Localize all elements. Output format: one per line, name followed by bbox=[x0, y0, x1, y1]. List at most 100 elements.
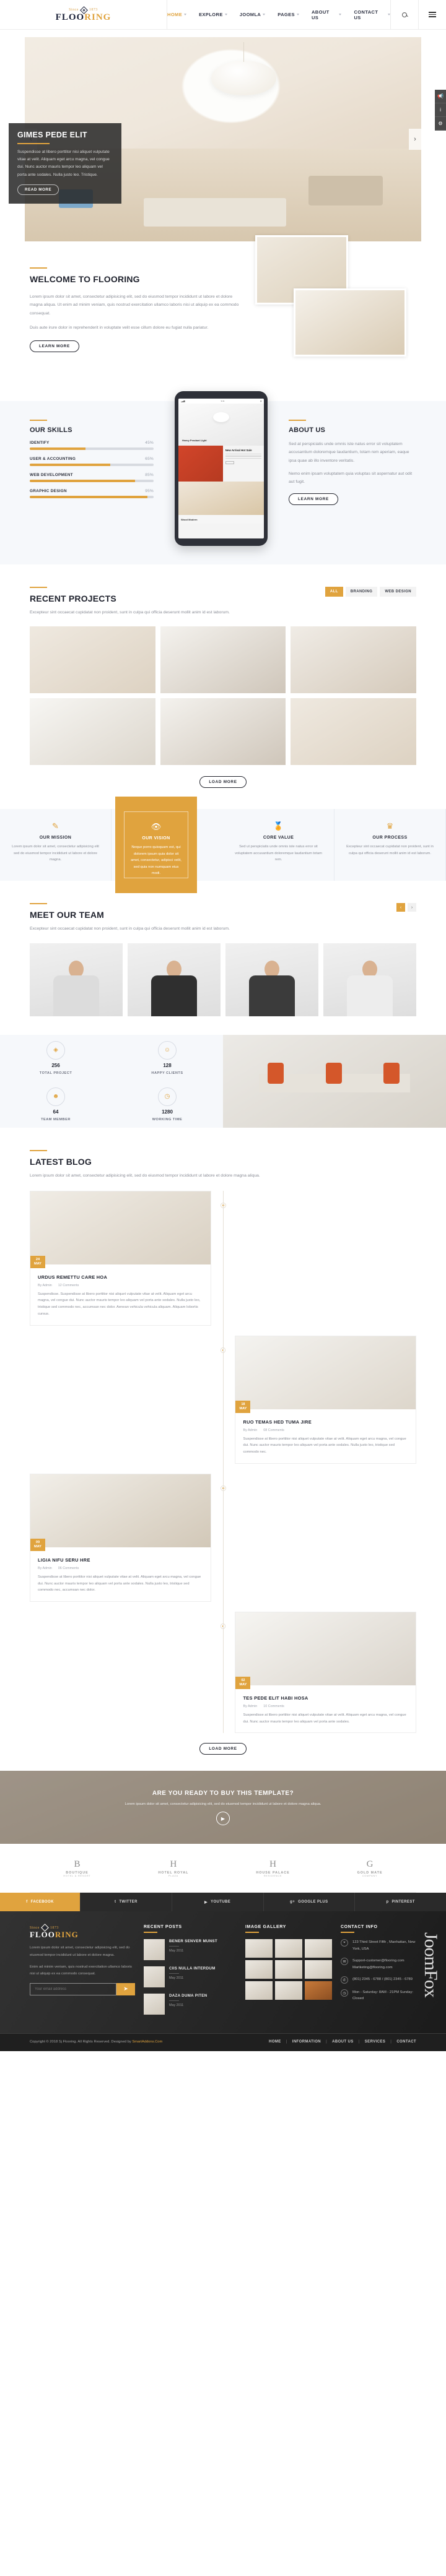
blog-post-title[interactable]: URDUS REMETTU CARE HOA bbox=[38, 1274, 203, 1280]
map-pin-icon: ⌖ bbox=[341, 1939, 348, 1947]
nav-item-contact-us[interactable]: CONTACT US bbox=[354, 9, 390, 20]
search-button[interactable] bbox=[390, 0, 418, 30]
about-learn-more-button[interactable]: LEARN MORE bbox=[289, 493, 338, 506]
brand-logo[interactable]: H HOUSE PALACE RESIDENCE bbox=[256, 1860, 289, 1878]
footer-link-information[interactable]: INFORMATION bbox=[292, 2040, 321, 2044]
nav-label: ABOUT US bbox=[311, 9, 330, 20]
phone-product-button[interactable] bbox=[225, 461, 234, 465]
social-pinterest[interactable]: p PINTEREST bbox=[355, 1893, 446, 1911]
side-tab-megaphone[interactable]: 📢 bbox=[435, 90, 446, 103]
gallery-item[interactable] bbox=[245, 1939, 273, 1958]
blog-card[interactable]: 02 MAY TES PEDE ELIT HABI HOSA By Admin … bbox=[235, 1611, 416, 1734]
logo-since-text: Since bbox=[69, 8, 79, 12]
brand-logo[interactable]: B BOUTIQUE HOTEL & RESORT bbox=[63, 1860, 90, 1878]
blog-image bbox=[235, 1336, 416, 1409]
team-member[interactable] bbox=[30, 943, 123, 1016]
social-google-plus[interactable]: g+ GOOGLE PLUS bbox=[264, 1893, 356, 1912]
blog-author: By Admin bbox=[243, 1704, 258, 1708]
skill-label: USER & ACCOUNTING bbox=[30, 457, 76, 461]
blog-post-title[interactable]: LIGIA NIFU SERU HRE bbox=[38, 1557, 203, 1563]
clock-icon: ◷ bbox=[158, 1087, 177, 1106]
team-prev-button[interactable]: ‹ bbox=[396, 903, 405, 912]
team-member[interactable] bbox=[128, 943, 221, 1016]
footer-post[interactable]: DAZA DUMA PITEN May 2011 bbox=[144, 1994, 237, 2015]
project-tile[interactable] bbox=[160, 698, 286, 766]
filter-branding[interactable]: BRANDING bbox=[345, 587, 378, 597]
menu-button[interactable] bbox=[418, 0, 446, 30]
contact-phone: ✆ (801) 2345 - 6788 / (801) 2345 - 6789 bbox=[341, 1976, 416, 1984]
brand-logo[interactable]: G GOLD MATE COMPANY bbox=[357, 1860, 383, 1878]
footer-link-home[interactable]: HOME bbox=[269, 2040, 281, 2044]
projects-load-more-button[interactable]: LOAD MORE bbox=[199, 776, 247, 789]
blog-excerpt: Suspendisse. Suspendisse at libero portt… bbox=[38, 1292, 201, 1316]
gallery-item[interactable] bbox=[305, 1960, 332, 1979]
gallery-item[interactable] bbox=[245, 1960, 273, 1979]
cta-play-button[interactable]: ▶ bbox=[216, 1812, 230, 1826]
gallery-item[interactable] bbox=[245, 1981, 273, 2000]
hero-read-more-button[interactable]: READ MORE bbox=[17, 184, 59, 195]
project-tile[interactable] bbox=[291, 698, 416, 766]
team-member[interactable] bbox=[225, 943, 318, 1016]
blog-date-day: 02 bbox=[241, 1678, 245, 1682]
footer-logo[interactable]: Since 1873 FLOORING bbox=[30, 1924, 135, 1938]
skill-fill bbox=[30, 447, 85, 450]
nav-item-pages[interactable]: PAGES bbox=[278, 12, 299, 17]
service-title: OUR PROCESS bbox=[372, 836, 408, 841]
nav-item-about-us[interactable]: ABOUT US bbox=[312, 9, 342, 20]
joomfox-watermark: JoomFox bbox=[421, 1932, 441, 1997]
filter-all[interactable]: ALL bbox=[325, 587, 343, 597]
footer-link-contact[interactable]: CONTACT bbox=[396, 2040, 416, 2044]
blog-card[interactable]: 09 MAY LIGIA NIFU SERU HRE By Admin 06 C… bbox=[30, 1473, 211, 1602]
social-twitter[interactable]: t TWITTER bbox=[81, 1893, 172, 1912]
welcome-learn-more-button[interactable]: LEARN MORE bbox=[30, 340, 79, 352]
twitter-icon: t bbox=[114, 1900, 116, 1904]
brand-logo[interactable]: H HOTEL ROYAL PLAZA bbox=[158, 1860, 188, 1878]
service-text: Neque porro quisquam est, qui dolorem ip… bbox=[131, 845, 181, 875]
filter-web-design[interactable]: WEB DESIGN bbox=[380, 587, 416, 597]
social-youtube[interactable]: ▶ YOUTUBE bbox=[172, 1893, 264, 1912]
team-member[interactable] bbox=[323, 943, 416, 1016]
newsletter-email-input[interactable] bbox=[30, 1982, 116, 1995]
blog-comments: 10 Comments bbox=[263, 1704, 284, 1708]
blog-excerpt: Suspendisse at libero porttitor nisi ali… bbox=[243, 1437, 406, 1454]
blog-card[interactable]: 18 MAY RUO TEMAS HED TUMA JIRE By Admin … bbox=[235, 1335, 416, 1464]
gallery-item[interactable] bbox=[275, 1981, 302, 2000]
nav-item-joomla[interactable]: JOOMLA bbox=[240, 12, 266, 17]
gallery-item[interactable] bbox=[275, 1939, 302, 1958]
gallery-item[interactable] bbox=[305, 1981, 332, 2000]
phone-footer-label: Wood Modern bbox=[178, 515, 264, 524]
footer-post[interactable]: CIIS NULLA INTERDUM May 2011 bbox=[144, 1966, 237, 1988]
blog-load-more-button[interactable]: LOAD MORE bbox=[199, 1743, 247, 1755]
logo[interactable]: Since 1873 FLOORING bbox=[0, 0, 167, 30]
chevron-left-icon: ‹ bbox=[400, 905, 402, 910]
project-tile[interactable] bbox=[30, 698, 155, 766]
project-tile[interactable] bbox=[30, 626, 155, 694]
footer-link-services[interactable]: SERVICES bbox=[365, 2040, 385, 2044]
project-tile[interactable] bbox=[160, 626, 286, 694]
blog-post-title[interactable]: TES PEDE ELIT HABI HOSA bbox=[243, 1695, 408, 1701]
nav-item-explore[interactable]: EXPLORE bbox=[199, 12, 227, 17]
footer-post[interactable]: BENER SENVER MUNST May 2011 bbox=[144, 1939, 237, 1961]
nav-item-home[interactable]: HOME bbox=[167, 12, 187, 17]
hero-next-button[interactable]: › bbox=[409, 129, 421, 150]
team-next-button[interactable]: › bbox=[408, 903, 416, 912]
brand-sub: RESIDENCE bbox=[263, 1875, 282, 1878]
blog-date-day: 24 bbox=[35, 1257, 40, 1261]
footer-link-about-us[interactable]: ABOUT US bbox=[332, 2040, 354, 2044]
social-label: FACEBOOK bbox=[30, 1900, 54, 1904]
gallery-item[interactable] bbox=[305, 1939, 332, 1958]
side-tab-info[interactable]: i bbox=[435, 103, 446, 117]
contact-text[interactable]: Support-customer@flooring.com Martketing… bbox=[352, 1958, 416, 1971]
social-facebook[interactable]: f FACEBOOK bbox=[0, 1893, 81, 1912]
phone-time: 9:41 bbox=[221, 400, 225, 402]
project-tile[interactable] bbox=[291, 626, 416, 694]
newsletter-send-button[interactable]: ➤ bbox=[116, 1982, 135, 1995]
about-paragraph-1: Sed at perspiciatis unde omnis iste natu… bbox=[289, 442, 409, 463]
gallery-item[interactable] bbox=[275, 1960, 302, 1979]
skill-fill bbox=[30, 496, 147, 498]
side-tab-settings[interactable]: ⚙ bbox=[435, 117, 446, 131]
counter-value: 64 bbox=[53, 1109, 59, 1115]
copyright-link[interactable]: SmartAddons.Com bbox=[132, 2040, 162, 2044]
blog-card[interactable]: 24 MAY URDUS REMETTU CARE HOA By Admin 1… bbox=[30, 1190, 211, 1326]
blog-post-title[interactable]: RUO TEMAS HED TUMA JIRE bbox=[243, 1419, 408, 1425]
